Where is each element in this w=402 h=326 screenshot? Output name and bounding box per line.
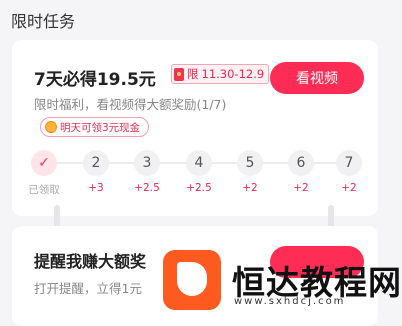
tomorrow-tip-text: 明天可领3元现金 (60, 121, 141, 134)
badge-prefix: 限 (187, 67, 199, 81)
task-subtitle: 限时福利，看视频得大额奖励(1/7) (34, 97, 227, 112)
day-2: 2 +3 (76, 150, 116, 194)
day-7: 7 +2 (329, 150, 369, 194)
reminder-headline: 提醒我赚大额奖 (34, 252, 147, 271)
badge-dates: 11.30-12.9 (201, 67, 265, 81)
site-logo-icon (163, 250, 221, 310)
day-reward: +2 (242, 182, 258, 194)
day-3: 3 +2.5 (127, 150, 167, 194)
check-icon: ✓ (31, 150, 57, 176)
day-reward: +2 (341, 182, 357, 194)
day-5: 5 +2 (230, 150, 270, 194)
day-number: 2 (83, 150, 109, 176)
day-reward: +2.5 (186, 182, 212, 194)
task-headline: 7天必得19.5元 (34, 70, 156, 90)
day-1: ✓ 已领取 (24, 150, 64, 197)
day-reward: 已领取 (28, 184, 60, 196)
coin-icon (45, 121, 57, 133)
day-reward: +3 (88, 182, 104, 194)
watermark: 恒达教程网 www.sxhdcj.com (148, 250, 402, 314)
time-limit-badge: 限 11.30-12.9 (171, 64, 270, 84)
day-number: 6 (288, 150, 314, 176)
day-reward: +2.5 (134, 182, 160, 194)
day-number: 7 (336, 150, 362, 176)
watch-video-button[interactable]: 看视频 (270, 62, 364, 94)
task-card: 7天必得19.5元 限 11.30-12.9 看视频 限时福利，看视频得大额奖励… (12, 40, 378, 216)
tomorrow-tip: 明天可领3元现金 (40, 117, 150, 137)
reminder-subtitle: 打开提醒，立得1元 (34, 281, 142, 296)
day-4: 4 +2.5 (179, 150, 219, 194)
day-number: 4 (186, 150, 212, 176)
day-number: 3 (134, 150, 160, 176)
red-packet-icon (174, 67, 184, 81)
day-reward: +2 (293, 182, 309, 194)
section-title: 限时任务 (11, 12, 76, 31)
day-6: 6 +2 (281, 150, 321, 194)
day-number: 5 (237, 150, 263, 176)
watermark-url: www.sxhdcj.com (234, 296, 346, 307)
